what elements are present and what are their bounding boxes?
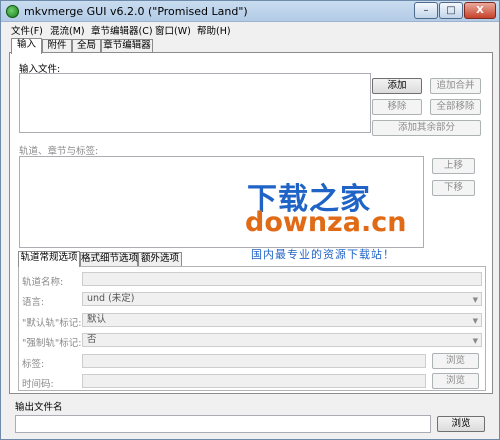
menu-mux[interactable]: 混流(M) — [50, 23, 85, 37]
tracks-list[interactable] — [19, 156, 424, 248]
default-track-select[interactable]: 默认 ▼ — [82, 313, 482, 327]
timecodes-browse-button[interactable]: 浏览 — [432, 373, 479, 389]
tags-label: 标签: — [22, 359, 45, 370]
add-other-parts-button[interactable]: 添加其余部分 — [372, 120, 481, 136]
timecodes-label: 时间码: — [22, 379, 54, 390]
forced-track-label: "强制轨"标记: — [22, 338, 82, 349]
move-up-button[interactable]: 上移 — [432, 158, 475, 174]
track-name-input[interactable] — [82, 272, 482, 286]
tags-browse-button[interactable]: 浏览 — [432, 353, 479, 369]
menu-bar: 文件(F) 混流(M) 章节编辑器(C) 窗口(W) 帮助(H) — [1, 22, 499, 37]
tab-attachments[interactable]: 附件 — [42, 39, 72, 53]
close-button[interactable]: X — [464, 2, 496, 19]
maximize-button[interactable]: □ — [439, 2, 463, 19]
window-title: mkvmerge GUI v6.2.0 ("Promised Land") — [24, 5, 248, 18]
minimize-button[interactable]: – — [414, 2, 438, 19]
move-down-button[interactable]: 下移 — [432, 180, 475, 196]
general-options-panel: 轨道名称: 语言: und (未定) ▼ "默认轨"标记: 默认 ▼ "强制轨"… — [18, 266, 486, 391]
tab-format-options[interactable]: 格式细节选项 — [80, 252, 138, 266]
default-track-value: 默认 — [87, 314, 107, 325]
remove-button[interactable]: 移除 — [372, 99, 422, 115]
tab-extra-options[interactable]: 额外选项 — [138, 252, 182, 266]
menu-file[interactable]: 文件(F) — [11, 23, 43, 37]
menu-chapter-editor[interactable]: 章节编辑器(C) — [91, 23, 153, 37]
language-select[interactable]: und (未定) ▼ — [82, 292, 482, 306]
title-bar[interactable]: mkvmerge GUI v6.2.0 ("Promised Land") – … — [1, 1, 499, 22]
forced-track-value: 否 — [87, 334, 97, 345]
chevron-down-icon: ▼ — [472, 296, 478, 304]
output-browse-button[interactable]: 浏览 — [437, 416, 485, 432]
add-button[interactable]: 添加 — [372, 78, 422, 94]
input-files-list[interactable] — [19, 73, 371, 133]
output-section: 输出文件名 浏览 — [1, 397, 499, 439]
language-value: und (未定) — [87, 293, 135, 304]
default-track-label: "默认轨"标记: — [22, 318, 82, 329]
tags-input[interactable] — [82, 354, 426, 368]
track-name-label: 轨道名称: — [22, 277, 64, 288]
tab-general-options[interactable]: 轨道常规选项 — [18, 251, 80, 267]
menu-help[interactable]: 帮助(H) — [197, 23, 231, 37]
remove-all-button[interactable]: 全部移除 — [430, 99, 481, 115]
main-window: mkvmerge GUI v6.2.0 ("Promised Land") – … — [0, 0, 500, 440]
input-panel: 输入文件: 添加 追加合并 移除 全部移除 添加其余部分 轨道、章节与标签: 上… — [9, 52, 493, 394]
forced-track-select[interactable]: 否 ▼ — [82, 333, 482, 347]
menu-window[interactable]: 窗口(W) — [155, 23, 191, 37]
chevron-down-icon: ▼ — [472, 317, 478, 325]
tracks-label: 轨道、章节与标签: — [19, 146, 99, 157]
timecodes-input[interactable] — [82, 374, 426, 388]
tab-chapter-editor[interactable]: 章节编辑器 — [101, 39, 153, 53]
language-label: 语言: — [22, 297, 45, 308]
app-icon — [6, 5, 19, 18]
output-filename-label: 输出文件名 — [15, 402, 63, 413]
tab-input[interactable]: 输入 — [11, 38, 42, 54]
chevron-down-icon: ▼ — [472, 337, 478, 345]
output-filename-input[interactable] — [15, 415, 431, 433]
append-button[interactable]: 追加合并 — [430, 78, 481, 94]
tab-global[interactable]: 全局 — [72, 39, 101, 53]
